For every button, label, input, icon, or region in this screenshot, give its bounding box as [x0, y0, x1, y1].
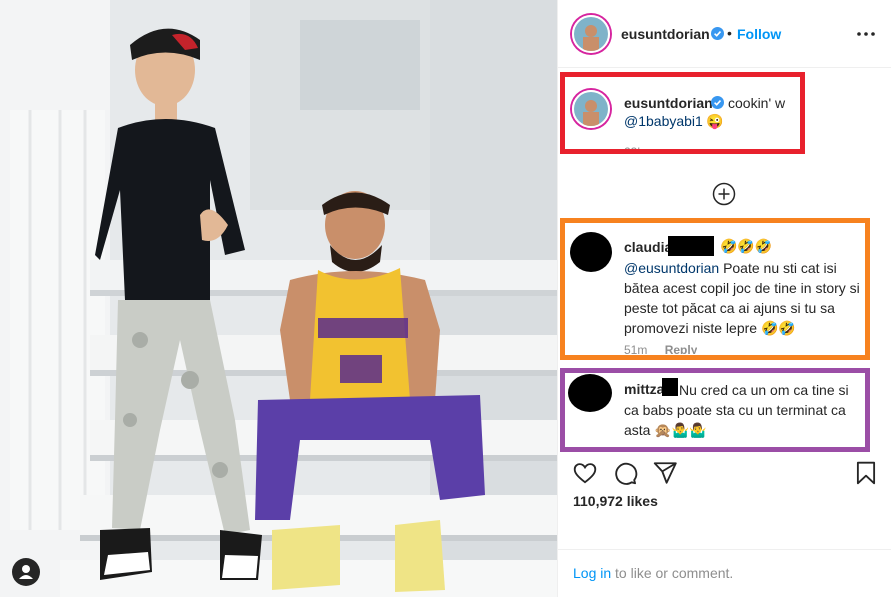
comment-icon[interactable] — [612, 460, 638, 486]
post-username[interactable]: eusuntdorian — [621, 26, 710, 42]
avatar[interactable] — [572, 15, 610, 53]
likes-count[interactable]: 110,972 likes — [573, 493, 658, 509]
login-link[interactable]: Log in — [573, 565, 611, 581]
post-side-panel: eusuntdorian • Follow eusuntdorian cooki… — [557, 0, 891, 597]
load-more-comments-icon[interactable] — [712, 182, 736, 206]
post-header: eusuntdorian • Follow — [558, 0, 891, 68]
user-tag-button[interactable] — [12, 558, 40, 586]
post-photo-image — [0, 0, 557, 597]
follow-button[interactable]: Follow — [737, 26, 781, 42]
verified-icon — [711, 27, 724, 40]
more-options-icon[interactable] — [854, 22, 878, 46]
comment-footer: Log in to like or comment. — [558, 549, 891, 597]
share-icon[interactable] — [652, 460, 678, 486]
login-prompt: Log in to like or comment. — [573, 565, 733, 581]
login-text: to like or comment. — [611, 565, 734, 581]
highlight-box-purple — [560, 368, 870, 452]
user-tag-icon — [19, 565, 33, 579]
header-separator: • — [727, 25, 732, 41]
save-icon[interactable] — [853, 460, 879, 486]
highlight-box-orange — [560, 218, 870, 360]
heart-icon[interactable] — [572, 460, 598, 486]
post-photo[interactable] — [0, 0, 557, 597]
highlight-box-red — [560, 72, 805, 154]
